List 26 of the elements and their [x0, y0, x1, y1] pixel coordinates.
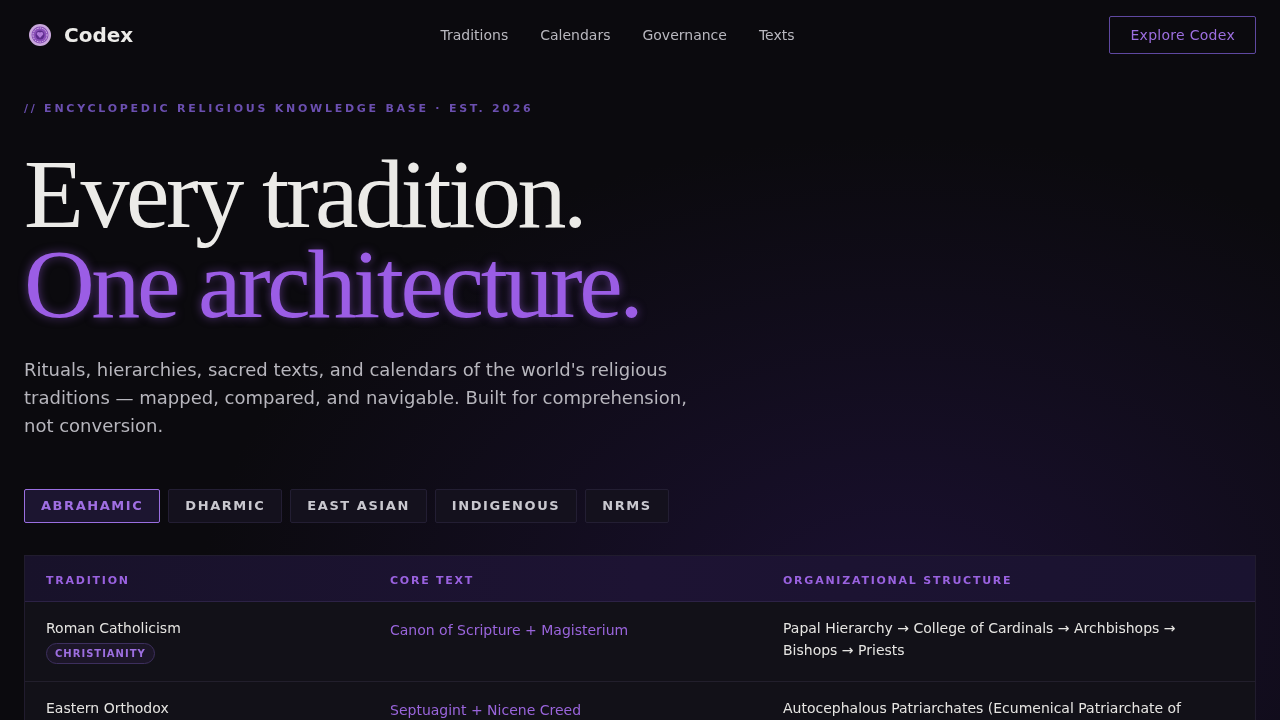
- category-tab[interactable]: NRMS: [585, 489, 669, 523]
- category-tab[interactable]: INDIGENOUS: [434, 489, 578, 523]
- eyebrow-text: // ENCYCLOPEDIC RELIGIOUS KNOWLEDGE BASE · EST. 2026: [24, 101, 534, 117]
- category-tab[interactable]: EAST ASIAN: [290, 489, 427, 523]
- core-text-link[interactable]: Septuagint + Nicene Creed: [390, 702, 582, 718]
- nav-link[interactable]: Governance: [642, 24, 727, 46]
- nav-link[interactable]: Texts: [758, 24, 795, 46]
- category-tab[interactable]: DHARMIC: [168, 489, 283, 523]
- tradition-name: Eastern Orthodox: [46, 699, 169, 718]
- column-header: TRADITION: [46, 573, 130, 587]
- column-header: ORGANIZATIONAL STRUCTURE: [783, 573, 1013, 587]
- tradition-name: Roman Catholicism: [46, 619, 181, 638]
- nav-link[interactable]: Traditions: [440, 24, 509, 46]
- category-tab[interactable]: ABRAHAMIC: [24, 489, 161, 523]
- headline-accent-text: One architecture.: [24, 247, 641, 321]
- column-header: CORE TEXT: [390, 573, 475, 587]
- lead-paragraph: Rituals, hierarchies, sacred texts, and calendars of the world's religious traditions — mapped, compared, and navigable. Built for comprehension, not conversion.: [24, 358, 688, 438]
- emblem-icon: [29, 24, 51, 46]
- nav-link[interactable]: Calendars: [540, 24, 611, 46]
- explore-button[interactable]: Explore Codex: [1109, 16, 1256, 54]
- core-text-link[interactable]: Canon of Scripture + Magisterium: [390, 622, 629, 638]
- family-tag: CHRISTIANITY: [46, 643, 155, 664]
- logo-text: Codex: [64, 22, 134, 49]
- structure-text: Papal Hierarchy → College of Cardinals → Archbishops → Bishops → Priests: [783, 619, 1177, 660]
- headline-text: Every tradition.: [24, 141, 585, 247]
- structure-text: Autocephalous Patriarchates (Ecumenical Patriarchate of: [783, 699, 1183, 718]
